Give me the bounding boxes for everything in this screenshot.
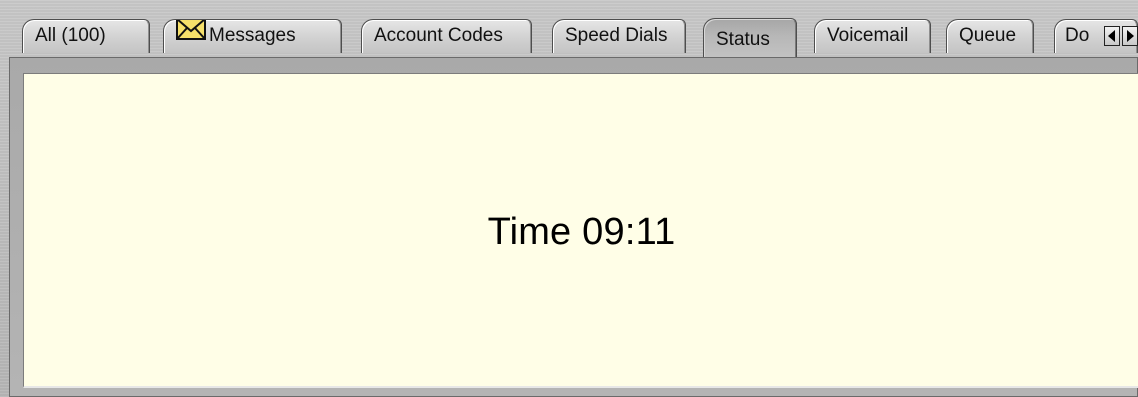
arrow-right-icon <box>1123 27 1137 45</box>
tab-messages-label: Messages <box>209 25 296 46</box>
envelope-icon <box>176 20 206 51</box>
tab-messages[interactable]: Messages <box>163 19 342 53</box>
tab-all-label: All (100) <box>35 25 106 46</box>
tab-scroll-left-button[interactable] <box>1104 26 1120 46</box>
tab-do-label: Do <box>1065 25 1090 46</box>
tab-account-codes-label: Account Codes <box>374 25 503 46</box>
status-display: Time 09:11 <box>23 73 1138 388</box>
tab-voicemail[interactable]: Voicemail <box>814 19 931 53</box>
time-readout: Time 09:11 <box>487 211 676 253</box>
arrow-left-icon <box>1105 27 1119 45</box>
status-panel: Time 09:11 <box>9 57 1138 397</box>
telephony-console: All (100) Messages Account Codes Speed D… <box>0 0 1138 397</box>
tab-account-codes[interactable]: Account Codes <box>361 19 532 53</box>
tab-voicemail-label: Voicemail <box>827 25 909 46</box>
tab-status-label: Status <box>716 29 770 50</box>
tab-scroll-right-button[interactable] <box>1122 26 1138 46</box>
tab-queue[interactable]: Queue <box>946 19 1034 53</box>
tab-all[interactable]: All (100) <box>22 19 150 53</box>
tab-status[interactable]: Status <box>703 18 797 57</box>
tab-queue-label: Queue <box>959 25 1017 46</box>
tab-speed-dials[interactable]: Speed Dials <box>552 19 686 53</box>
tab-speed-dials-label: Speed Dials <box>565 25 668 46</box>
